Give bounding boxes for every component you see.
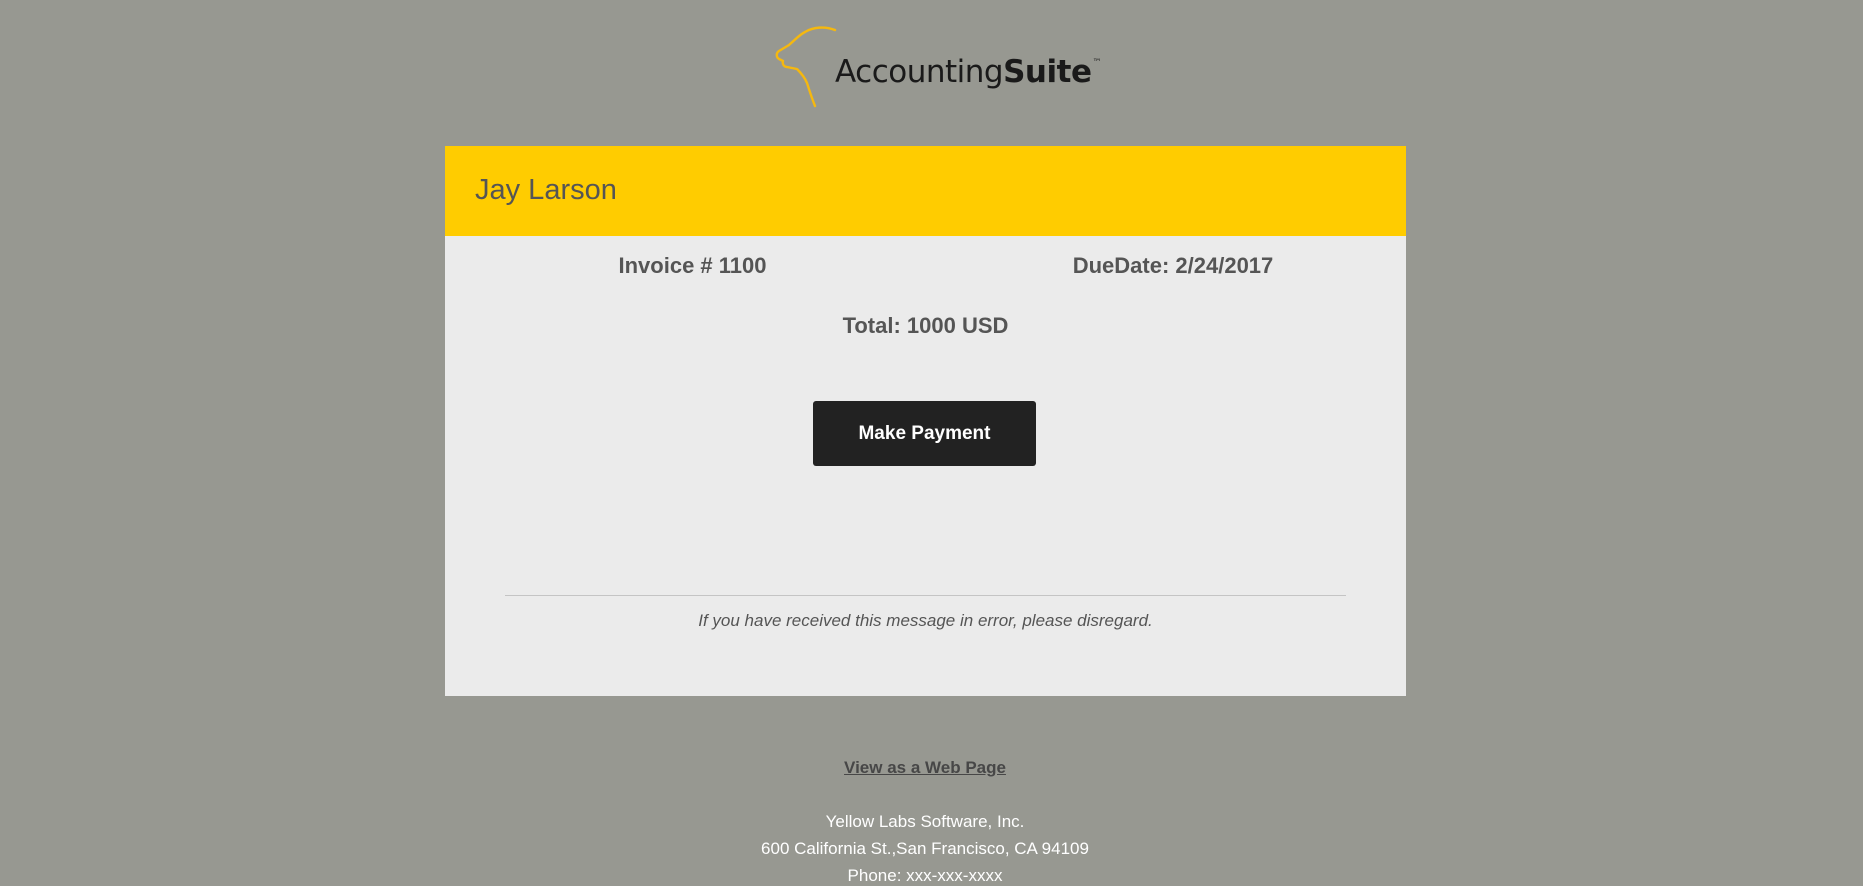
invoice-card: Jay Larson Invoice # 1100 DueDate: 2/24/…	[445, 146, 1406, 696]
brand-name-bold: Suite	[1003, 54, 1092, 90]
customer-name: Jay Larson	[475, 174, 617, 206]
company-phone: Phone: xxx-xxx-xxxx	[847, 866, 1003, 885]
company-name: Yellow Labs Software, Inc.	[825, 812, 1025, 831]
brand-name-light: Accounting	[835, 54, 1004, 90]
divider	[505, 595, 1346, 596]
due-date: DueDate: 2/24/2017	[1072, 253, 1274, 278]
invoice-header: Jay Larson	[445, 146, 1406, 236]
invoice-total: Total: 1000 USD	[842, 313, 1009, 338]
invoice-number: Invoice # 1100	[618, 253, 767, 278]
company-address: 600 California St.,San Francisco, CA 941…	[761, 839, 1089, 858]
accountingsuite-logo: AccountingSuite™	[775, 26, 1101, 114]
brand-wordmark: AccountingSuite™	[835, 54, 1101, 90]
make-payment-button[interactable]: Make Payment	[813, 401, 1036, 466]
trademark-symbol: ™	[1092, 58, 1101, 68]
disclaimer-text: If you have received this message in err…	[698, 611, 1153, 630]
view-as-web-page-link[interactable]: View as a Web Page	[0, 758, 1850, 778]
